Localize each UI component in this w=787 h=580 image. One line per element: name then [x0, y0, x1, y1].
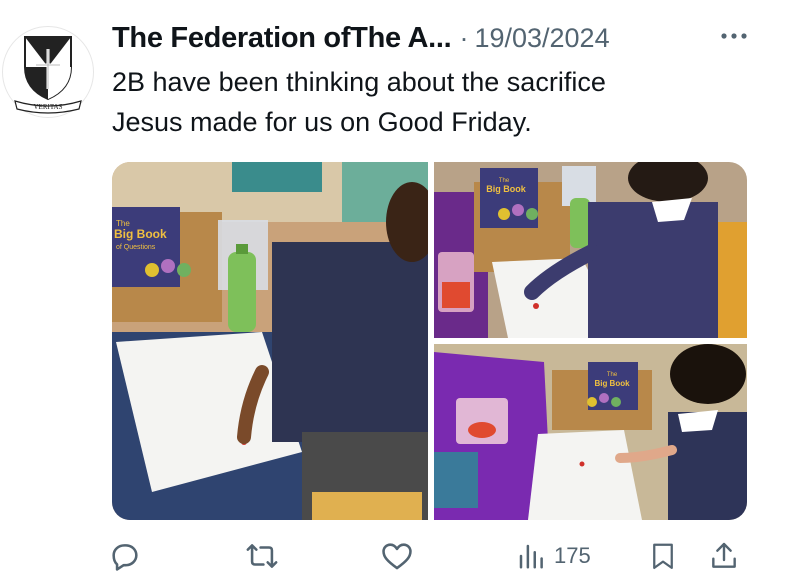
bookmark-icon — [653, 543, 673, 569]
book-title-3b: Big Book — [594, 379, 630, 388]
views-button[interactable]: 175 — [516, 534, 591, 578]
tweet-text-line-2: Jesus made for us on Good Friday. — [112, 107, 532, 137]
book-title-3a: The — [607, 372, 618, 378]
bookmark-button[interactable] — [648, 534, 678, 578]
like-button[interactable] — [380, 534, 414, 578]
retweet-icon — [246, 544, 278, 568]
book-title-2b: Big Book — [486, 184, 526, 194]
tweet-date[interactable]: 19/03/2024 — [474, 23, 609, 54]
views-count: 175 — [554, 543, 591, 568]
views-icon — [519, 544, 543, 569]
share-button[interactable] — [708, 534, 740, 578]
photo-2[interactable]: The Big Book — [434, 162, 747, 338]
tweet-actions: 175 — [108, 534, 758, 578]
school-crest-icon: VERITAS — [14, 36, 82, 114]
header-separator: · — [459, 22, 469, 53]
media-grid: The Big Book of Questions The Big Book T… — [112, 162, 747, 520]
more-icon — [721, 33, 747, 39]
tweet-text-line-1: 2B have been thinking about the sacrific… — [112, 67, 606, 97]
heart-icon — [382, 543, 412, 570]
book-title-1c: of Questions — [116, 244, 156, 251]
avatar[interactable]: VERITAS — [2, 26, 94, 118]
retweet-button[interactable] — [244, 534, 280, 578]
more-options-button[interactable] — [719, 26, 749, 46]
tweet-header: The Federation ofThe A... · 19/03/2024 — [112, 18, 610, 58]
share-icon — [712, 542, 736, 568]
crest-motto: VERITAS — [34, 103, 63, 111]
photo-1[interactable]: The Big Book of Questions — [112, 162, 438, 520]
tweet-text: 2B have been thinking about the sacrific… — [112, 62, 762, 142]
author-name[interactable]: The Federation ofThe A... — [112, 22, 452, 55]
photo-3[interactable]: The Big Book — [434, 344, 747, 520]
book-title-1b: Big Book — [114, 227, 167, 241]
reply-icon — [112, 544, 138, 571]
reply-button[interactable] — [108, 534, 142, 578]
